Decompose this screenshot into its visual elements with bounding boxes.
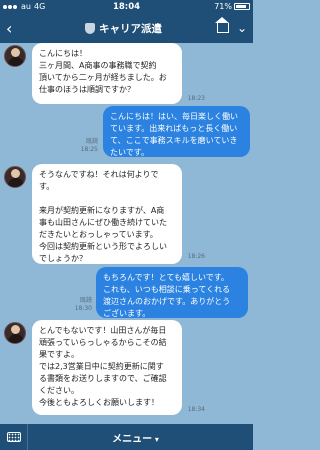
- avatar[interactable]: [4, 45, 26, 67]
- message-bubble: もちろんです！とても嬉しいです。 これも、いつも相談に乗ってくれる 渡辺さんのお…: [96, 267, 248, 318]
- message-bubble: こんにちは！はい、毎日楽しく働い ています。出来ればもっと長く働い て、ここで事…: [103, 106, 250, 157]
- read-receipt: 既読: [85, 138, 98, 145]
- header-icons: ⌄: [214, 17, 247, 35]
- bottom-menu-bar: メニュー: [0, 424, 253, 450]
- read-receipt: 既読: [79, 297, 92, 304]
- home-icon[interactable]: [214, 17, 229, 33]
- status-time: 18:04: [112, 1, 141, 12]
- chat-header: ‹ キャリア派遣 ⌄: [0, 13, 253, 43]
- avatar[interactable]: [4, 166, 26, 188]
- avatar[interactable]: [4, 322, 26, 344]
- chat-area[interactable]: こんにちは！ 三ヶ月間、A商事の事務職で契約 頂いてから二ヶ月が経ちました。お …: [0, 43, 253, 424]
- message-time: 18:23: [187, 95, 205, 102]
- official-shield-icon: [84, 22, 95, 34]
- keyboard-toggle-button[interactable]: [0, 424, 28, 450]
- menu-button[interactable]: メニュー: [28, 430, 253, 445]
- message-time: 18:26: [187, 253, 205, 260]
- message-time: 18:25: [80, 146, 98, 153]
- status-bar: au 4G 18:04 71%: [0, 0, 253, 13]
- battery-icon: [234, 3, 250, 10]
- message-bubble: とんでもないです！山田さんが毎日 頑張っていらっしゃるからこその結 果ですよ。 …: [32, 320, 182, 415]
- message-time: 18:34: [187, 406, 205, 413]
- message-time: 18:30: [74, 305, 92, 312]
- keyboard-icon: [6, 432, 21, 442]
- chevron-down-icon[interactable]: ⌄: [237, 21, 247, 35]
- message-bubble: こんにちは！ 三ヶ月間、A商事の事務職で契約 頂いてから二ヶ月が経ちました。お …: [32, 43, 182, 104]
- chat-title-wrap: キャリア派遣: [30, 21, 217, 36]
- chat-title: キャリア派遣: [98, 22, 162, 35]
- message-bubble: そうなんですね！それは何よりで す。 来月が契約更新になりますが、A商 事も山田…: [32, 164, 182, 264]
- back-chevron-icon[interactable]: ‹: [6, 19, 30, 38]
